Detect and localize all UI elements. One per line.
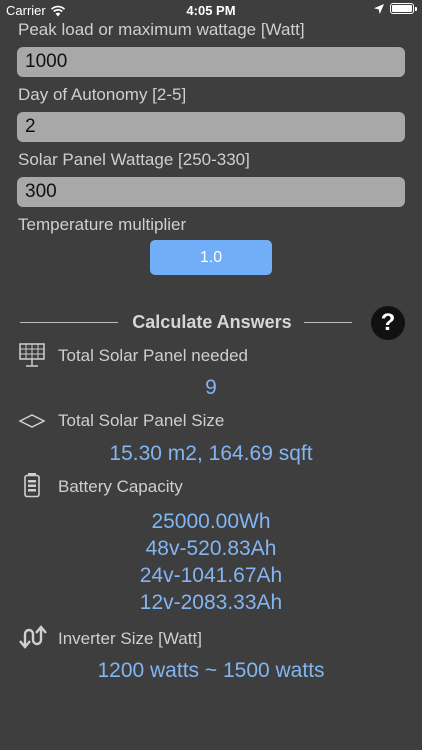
status-time: 4:05 PM bbox=[186, 3, 236, 18]
help-button[interactable]: ? bbox=[371, 306, 405, 340]
autonomy-input[interactable]: 2 bbox=[17, 112, 405, 142]
panel-wattage-label: Solar Panel Wattage [250-330] bbox=[18, 150, 250, 169]
solar-panel-icon bbox=[19, 343, 45, 367]
battery-capacity-24v: 24v-1041.67Ah bbox=[139, 564, 283, 587]
calculate-title[interactable]: Calculate Answers bbox=[123, 312, 301, 333]
location-arrow-icon bbox=[374, 3, 384, 14]
status-bar: Carrier 4:05 PM bbox=[0, 0, 422, 22]
divider-line-right bbox=[304, 322, 352, 323]
battery-capacity-wh: 25000.00Wh bbox=[151, 510, 271, 533]
battery-icon bbox=[390, 3, 417, 14]
autonomy-label: Day of Autonomy [2-5] bbox=[18, 85, 187, 104]
status-right bbox=[374, 3, 417, 14]
battery-capacity-48v: 48v-520.83Ah bbox=[145, 537, 277, 560]
temperature-label: Temperature multiplier bbox=[18, 215, 187, 234]
peak-load-label: Peak load or maximum wattage [Watt] bbox=[18, 20, 305, 39]
calculate-divider: Calculate Answers bbox=[20, 308, 404, 338]
panel-size-value: 15.30 m2, 164.69 sqft bbox=[109, 442, 313, 465]
inverter-size-label: Inverter Size [Watt] bbox=[58, 629, 202, 648]
panel-wattage-input[interactable]: 300 bbox=[17, 177, 405, 207]
battery-capacity-label: Battery Capacity bbox=[58, 477, 183, 496]
panels-needed-label: Total Solar Panel needed bbox=[58, 346, 248, 365]
temperature-multiplier-button[interactable]: 1.0 bbox=[150, 240, 272, 275]
battery-capacity-icon bbox=[24, 473, 40, 498]
inverter-size-value: 1200 watts ~ 1500 watts bbox=[97, 659, 325, 682]
divider-line-left bbox=[20, 322, 118, 323]
inverter-arrows-icon bbox=[19, 625, 47, 649]
panels-needed-value: 9 bbox=[205, 376, 217, 399]
size-diamond-icon bbox=[18, 414, 46, 428]
battery-capacity-12v: 12v-2083.33Ah bbox=[139, 591, 283, 614]
panel-size-label: Total Solar Panel Size bbox=[58, 411, 225, 430]
peak-load-input[interactable]: 1000 bbox=[17, 47, 405, 77]
